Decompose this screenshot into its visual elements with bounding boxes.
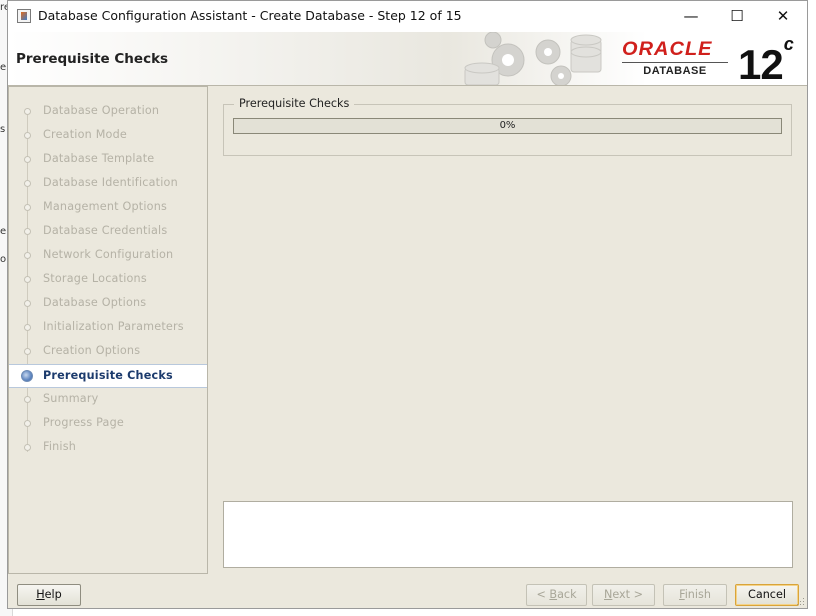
step-label: Network Configuration [43,248,174,261]
step-indicator-icon [24,228,31,235]
step-item[interactable]: Summary [9,388,207,410]
step-item[interactable]: Management Options [9,196,207,218]
back-mnemonic: B [549,588,558,601]
page-header: Prerequisite Checks ORACLE DATABASE 12c [8,32,807,86]
step-item[interactable]: Database Credentials [9,220,207,242]
title-bar[interactable]: Database Configuration Assistant - Creat… [8,1,807,32]
step-indicator-icon [24,324,31,331]
step-item[interactable]: Prerequisite Checks [9,364,207,388]
current-step-indicator-icon [21,370,33,382]
progress-bar: 0% [233,118,782,134]
progress-text: 0% [499,120,516,131]
step-item[interactable]: Network Configuration [9,244,207,266]
step-label: Prerequisite Checks [43,369,173,382]
step-indicator-icon [24,252,31,259]
background-fragment: o [0,254,7,265]
help-label: elp [44,588,62,601]
step-item[interactable]: Creation Mode [9,124,207,146]
step-indicator-icon [24,300,31,307]
oracle-logo: ORACLE DATABASE [622,40,728,77]
step-label: Summary [43,392,99,405]
step-item[interactable]: Storage Locations [9,268,207,290]
step-indicator-icon [24,180,31,187]
step-indicator-icon [24,420,31,427]
next-button[interactable]: Next > [592,584,655,606]
step-label: Storage Locations [43,272,147,285]
prerequisite-checks-group: Prerequisite Checks 0% [223,97,792,156]
step-label: Database Credentials [43,224,168,237]
help-mnemonic: H [36,588,45,601]
step-indicator-icon [24,348,31,355]
step-item[interactable]: Finish [9,436,207,458]
next-label: ext > [612,588,643,601]
finish-button[interactable]: Finish [663,584,727,606]
step-indicator-icon [24,156,31,163]
step-label: Management Options [43,200,168,213]
page-title: Prerequisite Checks [16,51,169,67]
back-prefix: < [536,588,550,601]
oracle-wordmark: ORACLE [622,39,713,60]
step-label: Database Options [43,296,147,309]
back-label: ack [557,588,577,601]
steps-navigation: Database Operation Creation Mode Database … [8,86,208,574]
help-button[interactable]: Help [17,584,81,606]
resize-grip-icon[interactable] [797,598,805,606]
logo-divider [622,62,728,63]
oracle-database-label: DATABASE [643,65,707,77]
step-item[interactable]: Database Template [9,148,207,170]
minimize-button[interactable]: — [668,1,714,32]
step-label: Initialization Parameters [43,320,184,333]
step-label: Progress Page [43,416,124,429]
java-app-icon [17,9,31,23]
step-item[interactable]: Database Operation [9,100,207,122]
dbca-window: Database Configuration Assistant - Creat… [7,0,808,609]
finish-label: inish [684,588,711,601]
step-label: Database Operation [43,104,160,117]
group-legend: Prerequisite Checks [234,97,355,110]
step-item[interactable]: Initialization Parameters [9,316,207,338]
step-indicator-icon [24,204,31,211]
version-badge: 12c [738,34,794,86]
step-label: Finish [43,440,77,453]
step-item[interactable]: Progress Page [9,412,207,434]
back-button[interactable]: < Back [526,584,587,606]
gears-illustration [464,32,602,85]
background-fragment: s [0,124,6,135]
window-title: Database Configuration Assistant - Creat… [38,8,462,23]
close-button[interactable]: ✕ [760,1,806,32]
step-label: Creation Options [43,344,141,357]
step-item[interactable]: Database Identification [9,172,207,194]
step-indicator-icon [24,108,31,115]
version-suffix: c [783,34,794,54]
step-indicator-icon [24,276,31,283]
cancel-button[interactable]: Cancel [735,584,799,606]
step-item[interactable]: Database Options [9,292,207,314]
version-number: 12 [738,41,784,86]
step-indicator-icon [24,396,31,403]
step-indicator-icon [24,444,31,451]
step-item[interactable]: Creation Options [9,340,207,362]
step-label: Database Identification [43,176,178,189]
maximize-button[interactable]: ☐ [714,1,760,32]
step-indicator-icon [24,132,31,139]
step-label: Creation Mode [43,128,127,141]
background-fragment: e [0,62,7,73]
details-message-area[interactable] [223,501,793,568]
step-label: Database Template [43,152,155,165]
background-fragment: e [0,226,7,237]
